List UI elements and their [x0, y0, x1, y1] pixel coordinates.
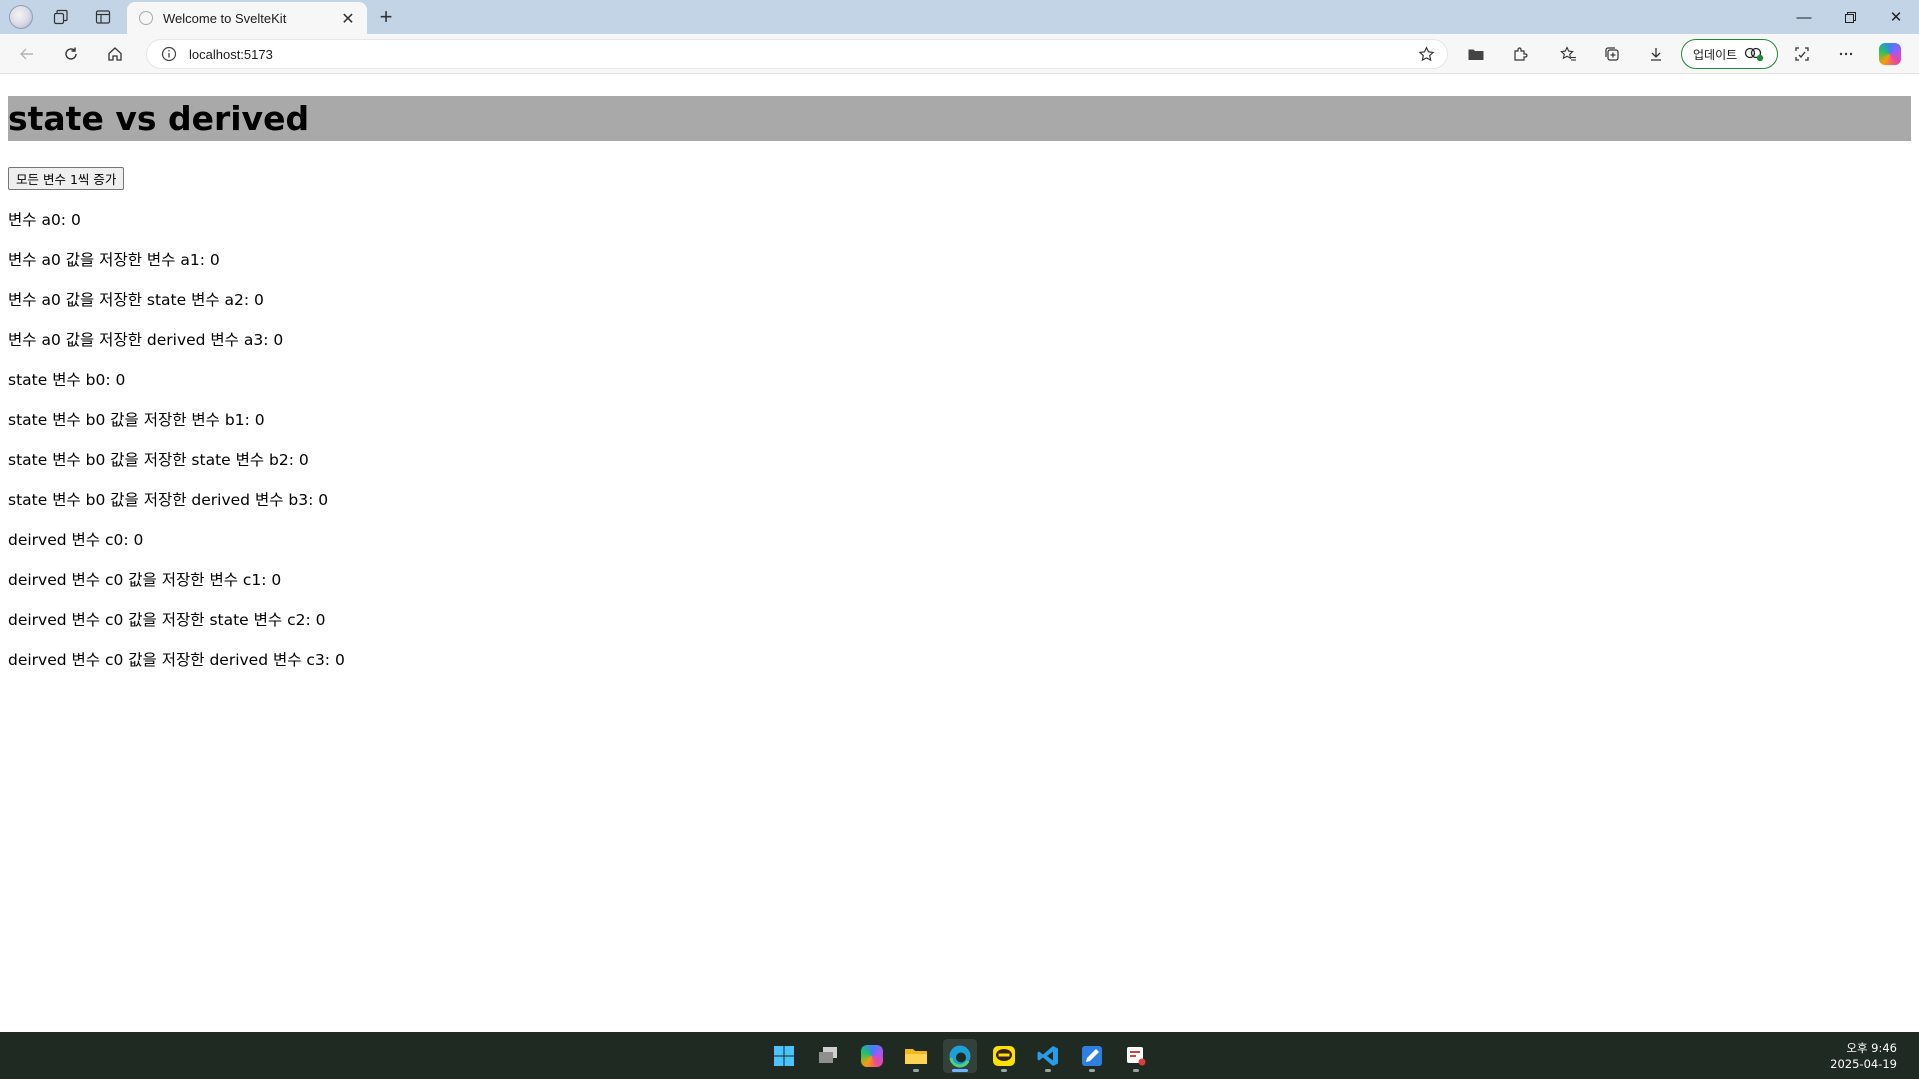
var-line-b2: state 변수 b0 값을 저장한 state 변수 b2: 0	[8, 451, 309, 469]
copilot-app-icon	[861, 1045, 883, 1067]
running-indicator	[913, 1069, 919, 1072]
paint-button[interactable]	[1075, 1039, 1109, 1073]
workspaces-icon	[53, 9, 68, 25]
restore-icon	[1844, 11, 1856, 23]
var-line-b0: state 변수 b0: 0	[8, 371, 126, 389]
var-line-a3: 변수 a0 값을 저장한 derived 변수 a3: 0	[8, 331, 284, 349]
task-view-icon	[819, 1047, 837, 1063]
page-title: state vs derived	[8, 96, 1911, 141]
tab-sveltekit[interactable]: Welcome to SvelteKit ✕	[127, 2, 367, 34]
screenshot-button[interactable]	[1786, 40, 1818, 68]
kakaotalk-button[interactable]	[987, 1039, 1021, 1073]
copilot-app-button[interactable]	[855, 1039, 889, 1073]
snipping-tool-icon	[1127, 1047, 1146, 1066]
extensions-button[interactable]	[1504, 40, 1536, 68]
workspaces-button[interactable]	[44, 4, 78, 30]
clock-time: 오후 9:46	[1846, 1041, 1897, 1055]
taskbar: 오후 9:46 2025-04-19	[0, 1032, 1919, 1079]
download-icon	[1651, 48, 1661, 61]
edge-icon	[949, 1045, 971, 1068]
page-favicon-icon	[139, 11, 153, 25]
collections-button[interactable]	[1596, 40, 1628, 68]
update-button[interactable]: 업데이트	[1681, 39, 1778, 69]
downloads-button[interactable]	[1640, 40, 1672, 68]
minimize-button[interactable]: —	[1781, 0, 1827, 34]
folder-icon	[1468, 49, 1484, 60]
var-line-a1: 변수 a0 값을 저장한 변수 a1: 0	[8, 251, 220, 269]
task-view-button[interactable]	[811, 1039, 845, 1073]
more-dots-icon	[1839, 52, 1853, 56]
back-button[interactable]	[11, 40, 43, 68]
var-line-b1: state 변수 b0 값을 저장한 변수 b1: 0	[8, 411, 265, 429]
new-tab-button[interactable]: +	[372, 4, 400, 30]
home-button[interactable]	[99, 40, 131, 68]
tab-title: Welcome to SvelteKit	[163, 10, 287, 26]
favorite-star-icon[interactable]	[1418, 45, 1435, 63]
vscode-icon	[1037, 1046, 1058, 1066]
screenshot-icon	[1795, 47, 1809, 61]
favorites-button[interactable]	[1552, 40, 1584, 68]
address-bar[interactable]: localhost:5173	[146, 39, 1448, 69]
page-content: state vs derived 모든 변수 1씩 증가 변수 a0: 0 변수…	[0, 75, 1919, 1032]
active-indicator	[952, 1069, 968, 1072]
running-indicator	[1001, 1069, 1007, 1072]
file-explorer-button[interactable]	[899, 1039, 933, 1073]
file-explorer-icon	[905, 1049, 927, 1064]
browser-toolbar: localhost:5173 업데이트	[0, 34, 1919, 74]
extensions-icon	[1514, 47, 1528, 61]
system-clock[interactable]: 오후 9:46 2025-04-19	[1830, 1040, 1897, 1072]
back-arrow-icon	[20, 48, 33, 60]
running-indicator	[1133, 1069, 1139, 1072]
home-icon	[108, 47, 122, 61]
var-line-c3: deirved 변수 c0 값을 저장한 derived 변수 c3: 0	[8, 651, 345, 669]
favorites-icon	[1559, 46, 1576, 61]
edge-button[interactable]	[943, 1039, 977, 1073]
tab-strip: Welcome to SvelteKit ✕ + — ✕	[0, 0, 1919, 34]
vscode-button[interactable]	[1031, 1039, 1065, 1073]
increment-all-button[interactable]: 모든 변수 1씩 증가	[8, 167, 125, 190]
running-indicator	[1045, 1069, 1051, 1072]
clock-date: 2025-04-19	[1830, 1057, 1897, 1071]
snipping-tool-button[interactable]	[1119, 1039, 1153, 1073]
collections-icon	[1605, 47, 1619, 61]
var-line-c2: deirved 변수 c0 값을 저장한 state 변수 c2: 0	[8, 611, 326, 629]
var-line-a0: 변수 a0: 0	[8, 211, 81, 229]
running-indicator	[1089, 1069, 1095, 1072]
restore-button[interactable]	[1827, 0, 1873, 34]
var-line-c0: deirved 변수 c0: 0	[8, 531, 144, 549]
settings-more-button[interactable]	[1830, 40, 1862, 68]
variable-list: 변수 a0: 0 변수 a0 값을 저장한 변수 a1: 0 변수 a0 값을 …	[8, 210, 345, 690]
refresh-icon	[65, 47, 77, 60]
vertical-tabs-button[interactable]	[86, 4, 120, 30]
url-text[interactable]: localhost:5173	[189, 47, 273, 62]
var-line-c1: deirved 변수 c0 값을 저장한 변수 c1: 0	[8, 571, 282, 589]
tab-actions-icon	[95, 10, 111, 24]
profile-button[interactable]	[4, 4, 38, 30]
var-line-b3: state 변수 b0 값을 저장한 derived 변수 b3: 0	[8, 491, 329, 509]
update-heart-icon	[1745, 47, 1764, 62]
update-label: 업데이트	[1693, 47, 1738, 62]
tab-close-icon[interactable]: ✕	[337, 7, 359, 29]
var-line-a2: 변수 a0 값을 저장한 state 변수 a2: 0	[8, 291, 264, 309]
kakaotalk-icon	[993, 1046, 1015, 1066]
profile-avatar-icon	[9, 5, 33, 29]
close-window-button[interactable]: ✕	[1873, 0, 1919, 34]
refresh-button[interactable]	[55, 40, 87, 68]
copilot-icon[interactable]	[1879, 43, 1901, 65]
site-info-icon[interactable]	[161, 46, 177, 62]
start-button[interactable]	[767, 1039, 801, 1073]
paint-icon	[1082, 1046, 1102, 1066]
start-icon	[774, 1046, 794, 1066]
split-screen-button[interactable]	[1460, 40, 1492, 68]
